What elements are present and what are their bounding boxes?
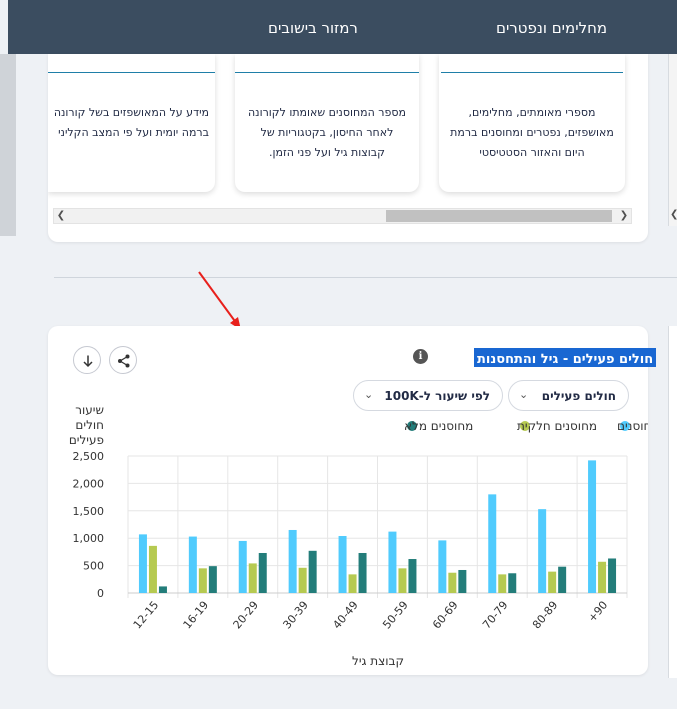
bar: [538, 509, 547, 593]
y-axis-label: שיעור: [75, 403, 104, 417]
bar: [388, 531, 397, 593]
bar: [598, 561, 607, 593]
chevron-left-icon[interactable]: ❮: [670, 209, 677, 220]
x-tick-label: 16-19: [181, 599, 212, 632]
x-tick-label: 60-69: [430, 599, 461, 632]
x-tick-label: 30-39: [280, 599, 311, 632]
card-accent-line: [235, 72, 419, 73]
legend-label: מחוסנים מלא: [404, 419, 473, 433]
info-card-text: מספר המחוסנים שאומתו לקורונה לאחר החיסון…: [247, 106, 406, 159]
info-card-text-line: ברמה יומית ועל פי המצב הקליני: [58, 126, 209, 139]
right-panel-edge: [668, 54, 677, 226]
bar: [158, 586, 167, 593]
y-tick-label: 500: [83, 560, 104, 573]
bar: [138, 534, 147, 593]
bar: [508, 573, 517, 593]
card-accent-line: [48, 72, 215, 73]
bar: [258, 552, 267, 593]
bar: [208, 566, 217, 593]
y-axis-label: פעילים: [69, 433, 104, 447]
bar: [188, 536, 197, 593]
y-tick-label: 0: [97, 587, 104, 600]
y-tick-label: 2,000: [73, 477, 105, 490]
nav-item-recovered-deceased[interactable]: מחלימים ונפטרים: [496, 19, 607, 37]
bar: [358, 552, 367, 593]
horizontal-scrollbar[interactable]: ❮ ❯: [53, 208, 632, 224]
chevron-right-icon[interactable]: ❯: [617, 209, 631, 223]
bar: [298, 567, 307, 593]
nav-item-traffic-light[interactable]: רמזור בישובים: [268, 19, 358, 37]
x-tick-label: +90: [585, 599, 610, 625]
bar: [548, 571, 557, 593]
chart-card-active-cases: חולים פעילים - גיל והתחסנות i חולים פעיל…: [48, 326, 657, 675]
bar: [238, 540, 247, 593]
y-tick-label: 1,000: [73, 532, 105, 545]
info-card-text-line: מידע על המאושפזים בשל קורונה: [53, 106, 209, 119]
bar: [288, 529, 297, 593]
top-navigation: מחלימים ונפטרים רמזור בישובים: [8, 0, 677, 54]
x-tick-label: 70-79: [480, 599, 511, 632]
chevron-left-icon[interactable]: ❮: [54, 209, 68, 223]
bar: [408, 559, 417, 593]
info-card-daily-stats[interactable]: מספרי מאומתים, מחלימים, מאושפזים, נפטרים…: [439, 54, 625, 192]
bar: [588, 460, 597, 593]
y-tick-label: 2,500: [73, 450, 105, 463]
x-tick-label: 12-15: [131, 599, 162, 632]
bar: [398, 568, 407, 593]
x-tick-label: 80-89: [530, 599, 561, 632]
info-cards-carousel: מספרי מאומתים, מחלימים, מאושפזים, נפטרים…: [48, 54, 648, 242]
x-axis-label: קבוצת גיל: [352, 654, 404, 668]
scrollbar-thumb[interactable]: [386, 210, 612, 222]
info-card-text: מידע על המאושפזים בשל קורונה ברמה יומית …: [48, 103, 209, 143]
bar: [448, 572, 457, 593]
bar: [498, 574, 507, 593]
bar: [148, 545, 157, 593]
card-accent-line: [441, 72, 623, 73]
info-card-text: מספרי מאומתים, מחלימים, מאושפזים, נפטרים…: [450, 106, 614, 159]
bar: [438, 540, 447, 593]
left-panel-edge: [0, 54, 16, 236]
info-card-breakthrough[interactable]: מספר המחוסנים שאומתו לקורונה לאחר החיסון…: [235, 54, 419, 192]
legend-label: מחוסנים חלקית: [517, 419, 597, 433]
bar-chart: 0 500 1,000 1,500 2,000 2,500 12-15 16-19 20-29 3…: [69, 403, 648, 668]
bar: [608, 558, 617, 593]
bar: [458, 569, 467, 593]
x-tick-label: 20-29: [231, 599, 262, 632]
x-tick-label: 50-59: [380, 599, 411, 632]
info-card-hospitalized[interactable]: מידע על המאושפזים בשל קורונה ברמה יומית …: [48, 54, 215, 192]
bar: [248, 563, 257, 593]
bar: [308, 550, 317, 593]
legend-label: לא מחוסנים: [617, 419, 648, 433]
y-tick-label: 1,500: [73, 505, 105, 518]
bar: [198, 568, 207, 593]
bar: [338, 536, 347, 593]
section-divider: [54, 277, 677, 278]
y-axis-label: חולים: [75, 418, 104, 432]
bar: [348, 574, 357, 593]
x-tick-label: 40-49: [330, 599, 361, 632]
right-panel-edge-lower: [668, 326, 677, 678]
bar: [558, 566, 567, 593]
bar: [488, 494, 497, 593]
